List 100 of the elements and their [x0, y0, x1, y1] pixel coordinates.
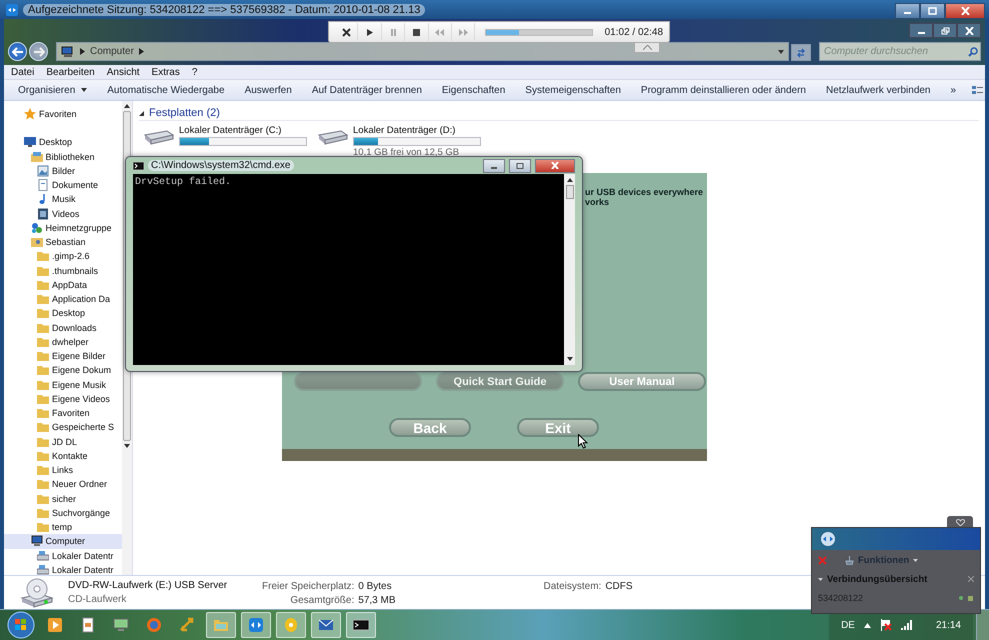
back-button[interactable]: [8, 42, 27, 61]
tree-item[interactable]: Gespeicherte S: [4, 420, 122, 434]
tree-item[interactable]: AppData: [4, 278, 122, 292]
tree-item[interactable]: Bilder: [4, 164, 122, 178]
menu-item[interactable]: Extras: [152, 66, 180, 78]
tree-item[interactable]: Desktop: [4, 135, 122, 150]
dropdown-caret-icon[interactable]: [778, 50, 784, 54]
tree-item[interactable]: Desktop: [4, 306, 122, 320]
refresh-button[interactable]: [791, 44, 811, 61]
toolbar-button[interactable]: Programm deinstallieren oder ändern: [630, 81, 816, 99]
language-indicator[interactable]: DE: [841, 620, 855, 630]
tree-item[interactable]: Eigene Musik: [4, 378, 122, 392]
collapse-icon[interactable]: [139, 110, 144, 116]
tree-item[interactable]: Favoriten: [4, 107, 122, 122]
pause-icon: [388, 28, 398, 36]
document-icon: [37, 179, 49, 192]
show-desktop-button[interactable]: [976, 610, 989, 640]
folder-icon: [37, 278, 49, 291]
tree-item[interactable]: Eigene Videos: [4, 392, 122, 406]
scroll-up-icon: [124, 104, 130, 108]
menu-item[interactable]: Datei: [11, 66, 34, 78]
close-button[interactable]: [535, 158, 575, 172]
tree-item[interactable]: Musik: [4, 192, 122, 206]
tree-item[interactable]: Bibliotheken: [4, 150, 122, 164]
toolbar-button[interactable]: Organisieren: [8, 81, 98, 99]
close-icon[interactable]: [968, 576, 974, 582]
monitor-icon: [24, 136, 36, 148]
fast-forward-icon: [458, 28, 468, 36]
tree-item[interactable]: Downloads: [4, 320, 122, 335]
tree-item[interactable]: Links: [4, 463, 122, 478]
flag-icon[interactable]: [880, 619, 892, 631]
toolbar-button[interactable]: Netzlaufwerk verbinden: [816, 81, 940, 99]
maximize-button[interactable]: [920, 2, 945, 18]
tree-item[interactable]: Sebastian: [4, 235, 122, 250]
tree-item[interactable]: Computer: [4, 534, 122, 548]
restore-icon: [940, 26, 950, 34]
toolbar-button[interactable]: »: [940, 81, 966, 99]
tree-item[interactable]: .gimp-2.6: [4, 249, 122, 264]
minimize-button[interactable]: [895, 2, 920, 18]
drive-tile[interactable]: Lokaler Datenträger (D:) 10,1 GB frei von 12,5 GB: [317, 123, 481, 158]
breadcrumb[interactable]: Computer: [90, 46, 134, 57]
tree-item[interactable]: Neuer Ordner: [4, 477, 122, 492]
menu-item[interactable]: Ansicht: [106, 66, 140, 78]
progress-track[interactable]: [485, 28, 593, 36]
close-button[interactable]: [945, 2, 985, 18]
taskbar-button[interactable]: [346, 612, 376, 638]
minimize-button[interactable]: [483, 158, 505, 172]
restore-button[interactable]: [933, 23, 957, 38]
globe-icon: [146, 617, 162, 633]
tree-item[interactable]: Dokumente: [4, 178, 122, 192]
maximize-button[interactable]: [509, 158, 531, 172]
scroll-up-icon: [566, 178, 572, 182]
tree-item[interactable]: sicher: [4, 492, 122, 506]
tree-item[interactable]: Lokaler Datentr: [4, 562, 122, 577]
tree-item[interactable]: Suchvorgänge: [4, 506, 122, 520]
network-icon: [30, 222, 42, 234]
signal-icon[interactable]: [900, 620, 913, 630]
start-orb-icon[interactable]: [6, 611, 36, 639]
clock[interactable]: 21:14: [936, 620, 961, 630]
headline-text: ur USB devices everywhere: [585, 187, 704, 197]
tree-item[interactable]: Lokaler Datentr: [4, 548, 122, 563]
tree-item[interactable]: Videos: [4, 206, 122, 221]
device-type: CD-Laufwerk: [68, 594, 128, 605]
address-field[interactable]: Computer: [56, 42, 789, 61]
close-button[interactable]: [957, 23, 981, 38]
tree-item[interactable]: Application Da: [4, 292, 122, 306]
tree-item[interactable]: Eigene Dokum: [4, 363, 122, 378]
toolbar-button[interactable]: Systemeigenschaften: [515, 81, 631, 99]
envelope-icon: [318, 617, 334, 633]
panel-tab[interactable]: [947, 516, 973, 528]
collapse-tab[interactable]: [634, 43, 660, 53]
toolbar-button[interactable]: Eigenschaften: [432, 81, 516, 99]
tree-item[interactable]: Eigene Bilder: [4, 349, 122, 364]
toolbar-button[interactable]: Auswerfen: [234, 81, 302, 99]
star-icon: [24, 108, 36, 120]
field-value: CDFS: [605, 581, 633, 592]
play-icon: [365, 28, 374, 36]
chevron-up-icon[interactable]: [864, 622, 871, 628]
console-icon: [133, 162, 144, 170]
tree-item[interactable]: Favoriten: [4, 406, 122, 420]
menu-item[interactable]: ?: [192, 66, 198, 78]
forward-button[interactable]: [29, 42, 48, 61]
tree-item[interactable]: JD DL: [4, 434, 122, 449]
tree-item[interactable]: temp: [4, 520, 122, 534]
toolbar-button[interactable]: Auf Datenträger brennen: [302, 81, 432, 99]
tree-item[interactable]: Heimnetzgruppe: [4, 220, 122, 235]
toolbar-button[interactable]: Automatische Wiedergabe: [97, 81, 235, 99]
session-actions-icon[interactable]: [958, 594, 974, 602]
tree-item[interactable]: Kontakte: [4, 448, 122, 463]
drive-tile[interactable]: Lokaler Datenträger (C:): [143, 123, 307, 158]
minimize-button[interactable]: [909, 23, 933, 38]
group-title[interactable]: Festplatten (2): [149, 107, 220, 119]
close-icon: [551, 162, 559, 169]
refresh-icon: [796, 48, 806, 58]
menu-item[interactable]: Bearbeiten: [46, 66, 95, 78]
tree-item[interactable]: dwhelper: [4, 334, 122, 349]
tree-item[interactable]: .thumbnails: [4, 264, 122, 278]
scrollbar[interactable]: [564, 174, 575, 365]
scroll-down-icon: [124, 444, 130, 448]
scroll-thumb[interactable]: [566, 185, 574, 199]
